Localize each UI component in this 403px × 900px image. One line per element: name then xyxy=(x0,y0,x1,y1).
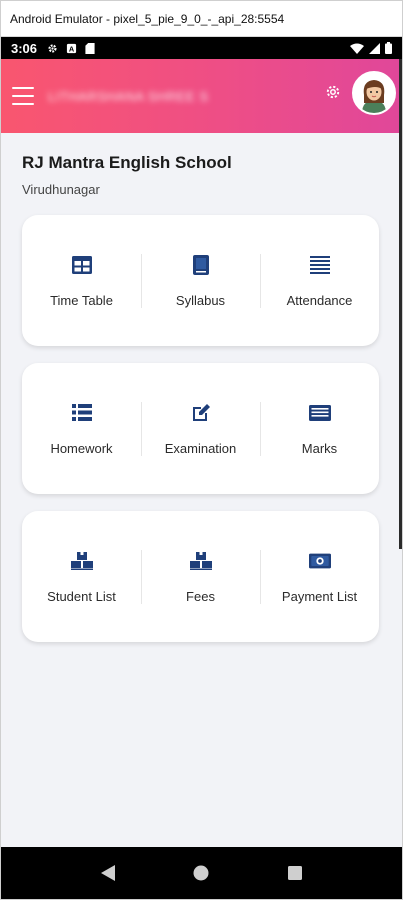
tile-label: Payment List xyxy=(281,588,358,604)
sd-card-icon xyxy=(85,42,95,54)
tile-label: Examination xyxy=(164,440,237,456)
school-city: Virudhunagar xyxy=(22,182,100,197)
wifi-icon xyxy=(350,43,364,54)
window-titlebar: Android Emulator - pixel_5_pie_9_0_-_api… xyxy=(1,1,402,37)
marks-sheet-icon xyxy=(308,402,331,424)
back-icon[interactable] xyxy=(97,862,119,884)
tile-syllabus[interactable]: Syllabus xyxy=(141,253,260,308)
window-title: Android Emulator - pixel_5_pie_9_0_-_api… xyxy=(10,11,285,26)
emulator-window: Android Emulator - pixel_5_pie_9_0_-_api… xyxy=(0,0,403,900)
tile-label: Syllabus xyxy=(175,292,226,308)
tile-attendance[interactable]: Attendance xyxy=(260,253,379,308)
school-name: RJ Mantra English School xyxy=(22,153,232,172)
list-lines-icon xyxy=(309,254,331,276)
status-time: 3:06 xyxy=(11,40,38,56)
boxes-icon xyxy=(189,550,212,572)
menu-card-finance: Student List Fees Payment List xyxy=(22,511,379,642)
tile-label: Fees xyxy=(186,588,215,604)
home-icon[interactable] xyxy=(190,862,212,884)
edit-icon xyxy=(190,402,212,424)
book-icon xyxy=(190,254,212,276)
profile-avatar[interactable] xyxy=(352,71,396,115)
menu-card-academics: Time Table Syllabus Attendance xyxy=(22,215,379,346)
tile-label: Time Table xyxy=(50,292,113,308)
app-header: LITHARSHANA SHREE S xyxy=(1,59,402,133)
android-status-bar: 3:06 A xyxy=(1,37,402,59)
svg-text:A: A xyxy=(69,44,75,53)
boxes-icon xyxy=(70,550,93,572)
tile-examination[interactable]: Examination xyxy=(141,401,260,456)
tile-student-list[interactable]: Student List xyxy=(22,550,141,604)
tile-time-table[interactable]: Time Table xyxy=(22,254,141,308)
tile-label: Homework xyxy=(50,440,113,456)
tile-label: Marks xyxy=(301,440,338,456)
app-notification-icon: A xyxy=(66,43,77,53)
tile-fees[interactable]: Fees xyxy=(141,549,260,604)
tile-label: Attendance xyxy=(286,292,353,308)
table-icon xyxy=(71,254,93,276)
battery-icon xyxy=(385,42,392,54)
tile-payment-list[interactable]: Payment List xyxy=(260,549,379,604)
menu-icon[interactable] xyxy=(12,87,34,105)
money-icon xyxy=(308,550,331,572)
main-content: RJ Mantra English School Virudhunagar Ti… xyxy=(1,133,402,848)
menu-card-assessment: Homework Examination Marks xyxy=(22,363,379,494)
signal-icon xyxy=(369,42,380,54)
recents-icon[interactable] xyxy=(284,862,306,884)
bulleted-list-icon xyxy=(71,402,93,424)
tile-homework[interactable]: Homework xyxy=(22,402,141,456)
settings-gear-icon[interactable] xyxy=(322,81,344,103)
android-nav-bar xyxy=(1,847,402,899)
user-name: LITHARSHANA SHREE S xyxy=(48,88,209,104)
scrollbar[interactable] xyxy=(399,59,402,549)
tile-marks[interactable]: Marks xyxy=(260,401,379,456)
tile-label: Student List xyxy=(47,588,116,604)
settings-notification-icon xyxy=(48,43,57,53)
